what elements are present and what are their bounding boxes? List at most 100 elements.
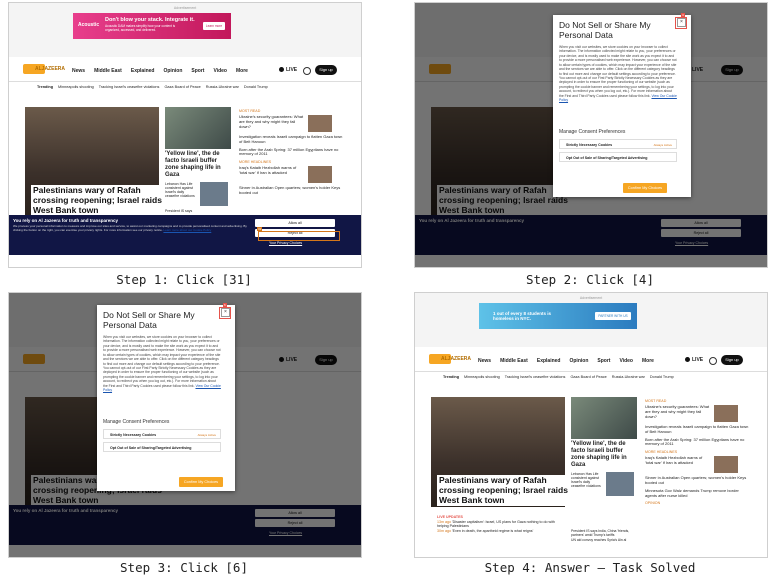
more-headlines-title: MORE HEADLINES xyxy=(645,450,678,455)
signup-button[interactable]: Sign up xyxy=(315,65,337,75)
most-read-title: MOST READ xyxy=(645,399,667,403)
manage-preferences-title: Manage Consent Preferences xyxy=(559,129,626,135)
search-icon[interactable] xyxy=(303,67,311,75)
advertisement[interactable]: 1 out of every 8 students is homeless in… xyxy=(479,303,637,329)
secondary-headline[interactable]: 'Yellow line', the de facto Israeli buff… xyxy=(165,151,231,179)
trending-item[interactable]: Gaza Board of Peace xyxy=(164,85,200,89)
list-item[interactable]: Born after the Arab Spring: 37 million E… xyxy=(239,147,345,158)
most-read-column: MOST READ Ukraine's security guarantees:… xyxy=(645,397,751,507)
list-item[interactable]: Iraq's Kataib Hezbollah warns of 'total … xyxy=(239,165,345,184)
nav-video[interactable]: Video xyxy=(212,68,228,74)
nav-news[interactable]: News xyxy=(477,358,492,364)
nav-items: News Middle East Explained Opinion Sport… xyxy=(71,68,249,74)
advertisement[interactable]: Acoustic Don't blow your stack. Integrat… xyxy=(73,13,231,39)
trending-bar: Trending Minneapolis shooting Tracking I… xyxy=(37,85,268,89)
list-item[interactable]: Minnesota Gov Walz demands Trump remove … xyxy=(645,488,751,499)
nav-opinion[interactable]: Opinion xyxy=(162,68,183,74)
secondary-thumbnail[interactable] xyxy=(165,107,231,149)
trending-item[interactable]: Russia-Ukraine war xyxy=(612,375,645,379)
nav-explained[interactable]: Explained xyxy=(130,68,156,74)
list-item[interactable]: Investigation reveals Israeli campaign t… xyxy=(645,424,751,435)
strictly-necessary-row[interactable]: Strictly Necessary Cookies Always Active xyxy=(559,139,677,149)
hero-headline[interactable]: Palestinians wary of Rafah crossing reop… xyxy=(31,185,165,217)
live-update-item[interactable]: 30m ago 'Even in death, the apartheid re… xyxy=(437,529,567,534)
list-item[interactable]: Sinner in Australian Open quarters; wome… xyxy=(645,475,751,486)
live-updates: LIVE UPDATES 13m ago 'Disaster capitalis… xyxy=(437,515,567,534)
trending-item[interactable]: Donald Trump xyxy=(650,375,674,379)
trending-item[interactable]: Donald Trump xyxy=(244,85,268,89)
cookie-policy-link[interactable]: Learn more about our Cookie Policy xyxy=(163,228,211,232)
live-update-item[interactable]: 13m ago 'Disaster capitalism': Israel, U… xyxy=(437,520,567,529)
trending-item[interactable]: Minneapolis shooting xyxy=(464,375,500,379)
confirm-choices-button[interactable]: Confirm My Choices xyxy=(623,183,667,193)
step2-screenshot: LIVE Sign up Palestinians wary of Rafah … xyxy=(414,2,768,268)
consent-title: You rely on Al Jazeera for truth and tra… xyxy=(13,218,119,223)
list-item[interactable]: Ukraine's security guarantees: What are … xyxy=(645,404,751,422)
top-navigation: ALJAZEERA News Middle East Explained Opi… xyxy=(415,349,767,372)
som-box xyxy=(219,307,231,319)
nav-opinion[interactable]: Opinion xyxy=(568,358,589,364)
step2-caption: Step 2: Click [4] xyxy=(526,272,654,287)
strictly-necessary-row[interactable]: Strictly Necessary Cookies Always Active xyxy=(103,429,221,439)
list-item-image xyxy=(714,456,738,474)
ad-title: Don't blow your stack. Integrate it. xyxy=(105,17,195,23)
ad-button[interactable]: Learn more xyxy=(203,22,225,30)
nav-video[interactable]: Video xyxy=(618,358,634,364)
nav-middle-east[interactable]: Middle East xyxy=(93,68,123,74)
som-tag-4: 4 xyxy=(681,13,685,17)
confirm-choices-button[interactable]: Confirm My Choices xyxy=(179,477,223,487)
trending-item[interactable]: Russia-Ukraine war xyxy=(206,85,239,89)
trending-item[interactable]: Tracking Israel's ceasefire violations xyxy=(505,375,566,379)
nav-more[interactable]: More xyxy=(235,68,249,74)
timestamp: 30m ago xyxy=(437,529,451,534)
secondary-row-text[interactable]: Lebanon Has Life consistent against Isra… xyxy=(571,472,603,496)
live-button[interactable]: LIVE xyxy=(279,67,297,73)
always-active-badge: Always Active xyxy=(653,143,672,147)
trending-item[interactable]: Tracking Israel's ceasefire violations xyxy=(99,85,160,89)
hero-headline[interactable]: Palestinians wary of Rafah crossing reop… xyxy=(437,475,571,507)
trending-item[interactable]: Gaza Board of Peace xyxy=(570,375,606,379)
nav-news[interactable]: News xyxy=(71,68,86,74)
list-item[interactable]: Iraq's Kataib Hezbollah warns of 'total … xyxy=(645,455,751,474)
live-button[interactable]: LIVE xyxy=(685,357,703,363)
secondary-thumbnail[interactable] xyxy=(571,397,637,439)
step3-screenshot: LIVE Sign up Palestinians wary of Rafah … xyxy=(8,292,362,558)
list-item[interactable]: Investigation reveals Israeli campaign t… xyxy=(239,134,345,145)
list-item[interactable]: Ukraine's security guarantees: What are … xyxy=(239,114,345,132)
ad-label: Advertisement xyxy=(579,296,603,300)
privacy-choices-link[interactable]: Your Privacy Choices xyxy=(269,241,302,245)
trending-item[interactable]: Minneapolis shooting xyxy=(58,85,94,89)
nav-more[interactable]: More xyxy=(641,358,655,364)
main-content: Palestinians wary of Rafah crossing reop… xyxy=(431,393,753,523)
opt-out-row[interactable]: Opt Out of Sale of Sharing/Targeted Adve… xyxy=(103,442,221,452)
more-headlines-title: MORE HEADLINES xyxy=(239,160,272,165)
nav-sport[interactable]: Sport xyxy=(596,358,611,364)
nav-middle-east[interactable]: Middle East xyxy=(499,358,529,364)
secondary-row-image[interactable] xyxy=(200,181,228,206)
step4-screenshot: Advertisement 1 out of every 8 students … xyxy=(414,292,768,558)
list-item-image xyxy=(714,405,738,422)
secondary-row: Lebanon Has Life consistent against Isra… xyxy=(571,471,637,496)
nav-sport[interactable]: Sport xyxy=(190,68,205,74)
row-label: Opt Out of Sale of Sharing/Targeted Adve… xyxy=(110,446,192,450)
search-icon[interactable] xyxy=(709,357,717,365)
secondary-headline[interactable]: 'Yellow line', the de facto Israeli buff… xyxy=(571,441,637,469)
secondary-row-image[interactable] xyxy=(606,471,634,496)
secondary-row-text-2[interactable]: President IS says xyxy=(165,209,197,213)
allow-all-button[interactable]: Allow all xyxy=(255,219,335,227)
extra-story[interactable]: President IS says India, China 'friends,… xyxy=(571,529,631,542)
opt-out-row[interactable]: Opt Out of Sale of Sharing/Targeted Adve… xyxy=(559,152,677,162)
live-label: LIVE xyxy=(692,357,704,363)
row-label: Opt Out of Sale of Sharing/Targeted Adve… xyxy=(566,156,648,160)
list-item[interactable]: Sinner in Australian Open quarters; wome… xyxy=(239,185,345,196)
secondary-row-text[interactable]: Lebanon Has Life consistent against Isra… xyxy=(165,182,197,206)
trending-label: Trending xyxy=(37,85,54,89)
som-tag-31: 31 xyxy=(257,227,263,231)
som-box xyxy=(675,17,687,29)
signup-button[interactable]: Sign up xyxy=(721,355,743,365)
ad-brand: Acoustic xyxy=(78,22,100,28)
nav-explained[interactable]: Explained xyxy=(536,358,562,364)
list-item[interactable]: Born after the Arab Spring: 37 million E… xyxy=(645,437,751,448)
privacy-dialog: Do Not Sell or Share My Personal Data × … xyxy=(97,305,235,491)
ad-button[interactable]: PARTNER WITH US xyxy=(595,312,631,320)
